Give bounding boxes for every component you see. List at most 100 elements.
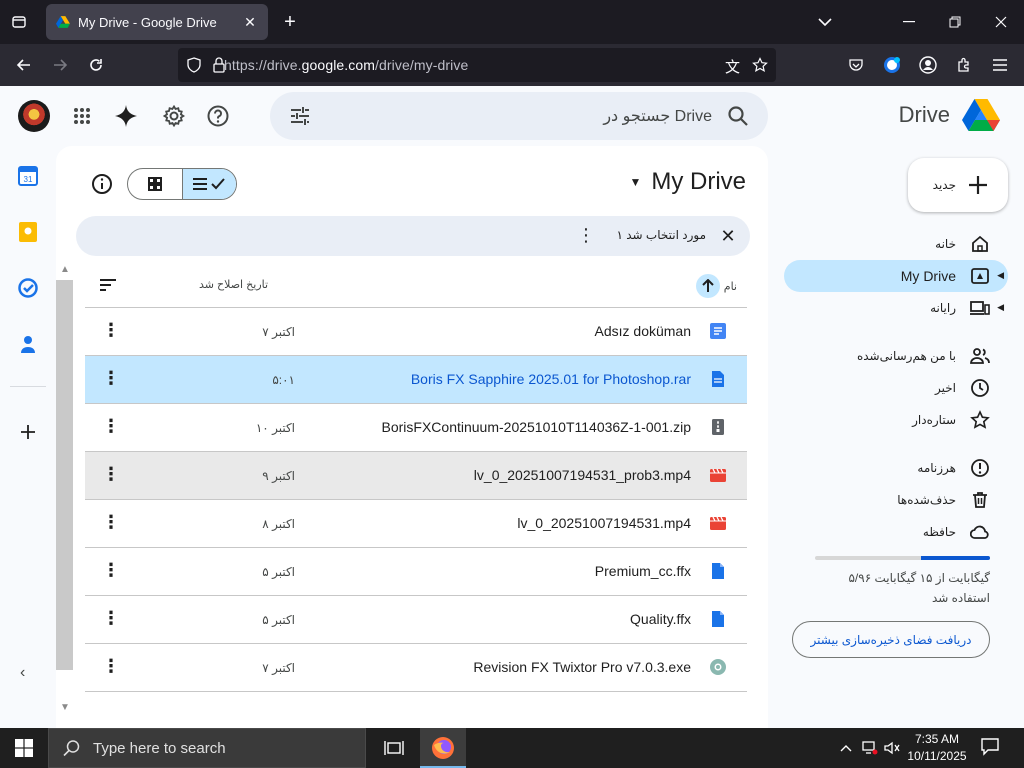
search-options-icon[interactable] <box>288 104 312 128</box>
system-clock[interactable]: 7:35 AM 10/11/2025 <box>902 731 972 765</box>
keep-icon[interactable] <box>16 220 40 244</box>
search-input[interactable]: جستجو در Drive <box>603 106 712 126</box>
row-more-icon[interactable]: ⋮ <box>101 657 121 678</box>
row-more-icon[interactable]: ⋮ <box>101 321 121 342</box>
help-icon[interactable] <box>204 102 232 130</box>
row-date: ۷ اکتبر <box>262 661 295 675</box>
video-file-icon <box>710 516 726 530</box>
search-icon[interactable] <box>726 104 750 128</box>
avatar[interactable] <box>18 100 50 132</box>
notification-center-icon[interactable] <box>980 736 1004 760</box>
expand-arrow-icon[interactable]: ◀ <box>997 270 1004 281</box>
sidebar-item-spam[interactable]: هرزنامه <box>784 452 1008 484</box>
address-bar[interactable]: https://drive.google.com/drive/my-drive … <box>178 48 776 82</box>
back-icon[interactable] <box>10 52 38 78</box>
reload-icon[interactable] <box>82 52 110 78</box>
translate-icon[interactable]: 文 <box>725 56 740 77</box>
account-icon[interactable] <box>914 52 942 78</box>
sidebar-item-starred[interactable]: ستاره‌دار <box>784 404 1008 436</box>
clear-selection-icon[interactable]: ✕ <box>718 226 738 246</box>
table-row[interactable]: ⋮ ۷ اکتبر Revision FX Twixtor Pro v7.0.3… <box>85 644 747 692</box>
search-bar[interactable]: جستجو در Drive <box>270 92 768 140</box>
sidebar-item-shared[interactable]: با من هم‌رسانی‌شده <box>784 340 1008 372</box>
extension-colorful-icon[interactable] <box>878 52 906 78</box>
table-row[interactable]: ⋮ ۵ اکتبر Quality.ffx <box>85 596 747 644</box>
list-view-button[interactable] <box>181 169 236 199</box>
scrollbar[interactable]: ▲ ▼ <box>56 262 74 728</box>
tab-list-icon[interactable] <box>6 10 32 34</box>
lock-icon[interactable] <box>212 57 226 73</box>
file-icon <box>712 611 724 627</box>
tasks-icon[interactable] <box>16 276 40 300</box>
tray-overflow-icon[interactable] <box>838 740 854 756</box>
browser-tab-active[interactable]: My Drive - Google Drive ✕ <box>46 4 268 40</box>
hamburger-menu-icon[interactable] <box>986 52 1014 78</box>
drive-logo[interactable]: Drive <box>899 98 1000 132</box>
windows-start-icon[interactable] <box>0 728 48 768</box>
taskbar-search-input[interactable]: Type here to search <box>48 728 366 768</box>
sort-ascending-icon[interactable] <box>695 274 720 298</box>
apps-grid-icon[interactable] <box>68 102 96 130</box>
new-button[interactable]: جدید <box>908 158 1008 212</box>
get-more-storage-button[interactable]: دریافت فضای ذخیره‌سازی بیشتر <box>792 621 990 658</box>
contacts-icon[interactable] <box>16 332 40 356</box>
page-title[interactable]: ▼ My Drive <box>629 168 746 196</box>
sidebar-item-recent[interactable]: اخیر <box>784 372 1008 404</box>
firefox-taskbar-icon[interactable] <box>420 728 466 768</box>
add-app-icon[interactable] <box>16 420 40 444</box>
collapse-panel-icon[interactable]: ‹ <box>20 664 25 682</box>
shield-icon[interactable] <box>186 57 202 73</box>
close-tab-icon[interactable]: ✕ <box>242 14 258 31</box>
home-icon <box>972 235 988 252</box>
sidebar-item-home[interactable]: خانه <box>784 228 1008 260</box>
close-window-icon[interactable] <box>978 8 1024 36</box>
row-more-icon[interactable]: ⋮ <box>101 369 121 390</box>
restore-icon[interactable] <box>932 8 978 36</box>
table-row[interactable]: ⋮ ۱۰ اکتبر BorisFXContinuum-20251010T114… <box>85 404 747 452</box>
browser-tab-bar: My Drive - Google Drive ✕ + <box>0 0 1024 44</box>
plus-icon <box>969 176 987 194</box>
sort-options-icon[interactable] <box>97 274 119 296</box>
selection-count: ۱ مورد انتخاب شد <box>616 228 706 242</box>
table-row-selected[interactable]: ⋮ ۵:۰۱ Boris FX Sapphire 2025.01 for Pho… <box>85 356 747 404</box>
network-icon[interactable] <box>862 740 878 756</box>
extensions-puzzle-icon[interactable] <box>950 52 978 78</box>
row-more-icon[interactable]: ⋮ <box>101 561 121 582</box>
new-tab-icon[interactable]: + <box>278 10 302 34</box>
table-row[interactable]: ⋮ ۷ اکتبر Adsız doküman <box>85 308 747 356</box>
volume-muted-icon[interactable] <box>884 740 900 756</box>
sidebar-item-computers[interactable]: ◀ رایانه <box>784 292 1008 324</box>
minimize-icon[interactable] <box>886 8 932 36</box>
row-more-icon[interactable]: ⋮ <box>101 609 121 630</box>
column-modified[interactable]: تاریخ اصلاح شد <box>199 278 268 291</box>
table-row-hover[interactable]: ⋮ ۹ اکتبر lv_0_20251007194531_prob3.mp4 <box>85 452 747 500</box>
settings-gear-icon[interactable] <box>160 102 188 130</box>
details-info-icon[interactable] <box>90 172 114 196</box>
pocket-icon[interactable] <box>842 52 870 78</box>
sidebar-item-my-drive[interactable]: ◀ My Drive <box>784 260 1008 292</box>
forward-icon[interactable] <box>46 52 74 78</box>
sidebar-item-storage[interactable]: حافظه <box>784 516 1008 548</box>
expand-arrow-icon[interactable]: ◀ <box>997 302 1004 313</box>
scroll-up-icon[interactable]: ▲ <box>59 264 71 276</box>
table-row[interactable]: ⋮ ۸ اکتبر lv_0_20251007194531.mp4 <box>85 500 747 548</box>
gemini-sparkle-icon[interactable] <box>112 102 140 130</box>
grid-view-button[interactable] <box>128 169 182 199</box>
row-more-icon[interactable]: ⋮ <box>101 417 121 438</box>
scrollbar-thumb[interactable] <box>56 280 73 670</box>
more-actions-icon[interactable]: ⋮ <box>576 226 596 246</box>
task-view-icon[interactable] <box>372 728 416 768</box>
calendar-icon[interactable]: 31 <box>16 164 40 188</box>
drive-logo-icon <box>962 99 1000 131</box>
scroll-down-icon[interactable]: ▼ <box>59 702 71 714</box>
tab-title: My Drive - Google Drive <box>78 14 217 30</box>
row-more-icon[interactable]: ⋮ <box>101 465 121 486</box>
row-more-icon[interactable]: ⋮ <box>101 513 121 534</box>
tab-overflow-icon[interactable] <box>802 8 848 36</box>
bookmark-star-icon[interactable] <box>752 57 768 73</box>
sidebar-item-trash[interactable]: حذف‌شده‌ها <box>784 484 1008 516</box>
selection-toolbar: ⋮ ۱ مورد انتخاب شد ✕ <box>76 216 750 256</box>
table-row[interactable]: ⋮ ۵ اکتبر Premium_cc.ffx <box>85 548 747 596</box>
zip-file-icon <box>712 419 724 435</box>
column-name[interactable]: نام <box>695 274 737 298</box>
